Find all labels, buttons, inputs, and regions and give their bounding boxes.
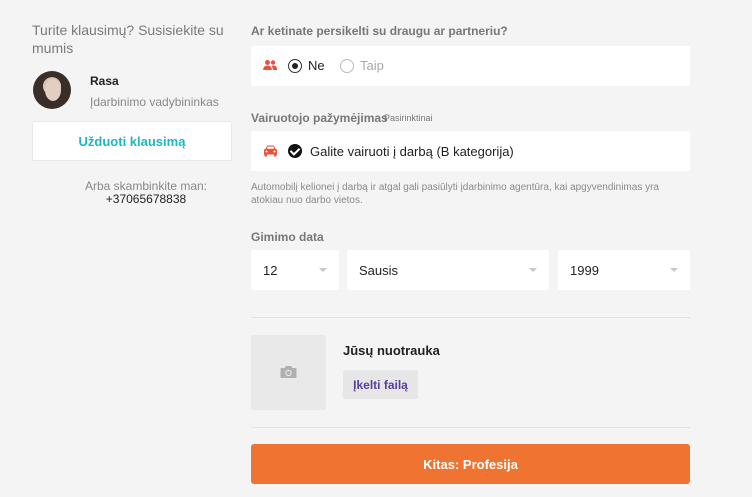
chevron-down-icon — [319, 268, 327, 272]
camera-icon — [280, 366, 297, 378]
license-option[interactable]: Galite vairuoti į darbą (B kategorija) — [251, 131, 690, 171]
contact-title: Turite klausimų? Susisiekite su mumis — [32, 22, 224, 56]
radio-ne-label[interactable]: Ne — [308, 59, 325, 73]
photo-title: Jūsų nuotrauka — [343, 343, 440, 358]
chevron-down-icon — [670, 268, 678, 272]
people-icon — [263, 60, 277, 70]
day-value: 12 — [263, 263, 278, 278]
phone-number[interactable]: +37065678838 — [32, 192, 260, 206]
ask-question-button[interactable]: Užduoti klausimą — [32, 121, 232, 161]
chevron-down-icon — [529, 268, 537, 272]
partner-radio-group: Ne Taip — [251, 46, 690, 86]
optional-tag: Pasirinktinai — [384, 113, 433, 123]
license-label: Vairuotojo pažymėjimas — [251, 111, 388, 125]
partner-question-label: Ar ketinate persikelti su draugu ar part… — [251, 24, 508, 38]
photo-placeholder[interactable] — [251, 335, 326, 410]
radio-taip-label[interactable]: Taip — [360, 59, 384, 73]
license-option-text: Galite vairuoti į darbą (B kategorija) — [310, 144, 514, 159]
day-select[interactable]: 12 — [251, 250, 339, 290]
month-value: Sausis — [359, 263, 399, 278]
radio-ne[interactable] — [288, 59, 302, 73]
agent-name: Rasa — [90, 74, 119, 88]
avatar — [33, 71, 71, 109]
car-icon — [264, 145, 277, 157]
year-select[interactable]: 1999 — [558, 250, 690, 290]
check-circle-icon[interactable] — [288, 144, 302, 158]
divider — [251, 427, 690, 428]
call-label: Arba skambinkite man: — [84, 179, 208, 193]
agent-role: Įdarbinimo vadybininkas — [90, 95, 219, 109]
license-note: Automobilį kelionei į darbą ir atgal gal… — [251, 182, 659, 206]
divider — [251, 317, 690, 318]
upload-file-button[interactable]: Įkelti failą — [343, 370, 418, 399]
year-value: 1999 — [570, 263, 599, 278]
next-button[interactable]: Kitas: Profesija — [251, 444, 690, 484]
radio-taip[interactable] — [340, 59, 354, 73]
month-select[interactable]: Sausis — [347, 250, 549, 290]
dob-label: Gimimo data — [251, 230, 324, 244]
